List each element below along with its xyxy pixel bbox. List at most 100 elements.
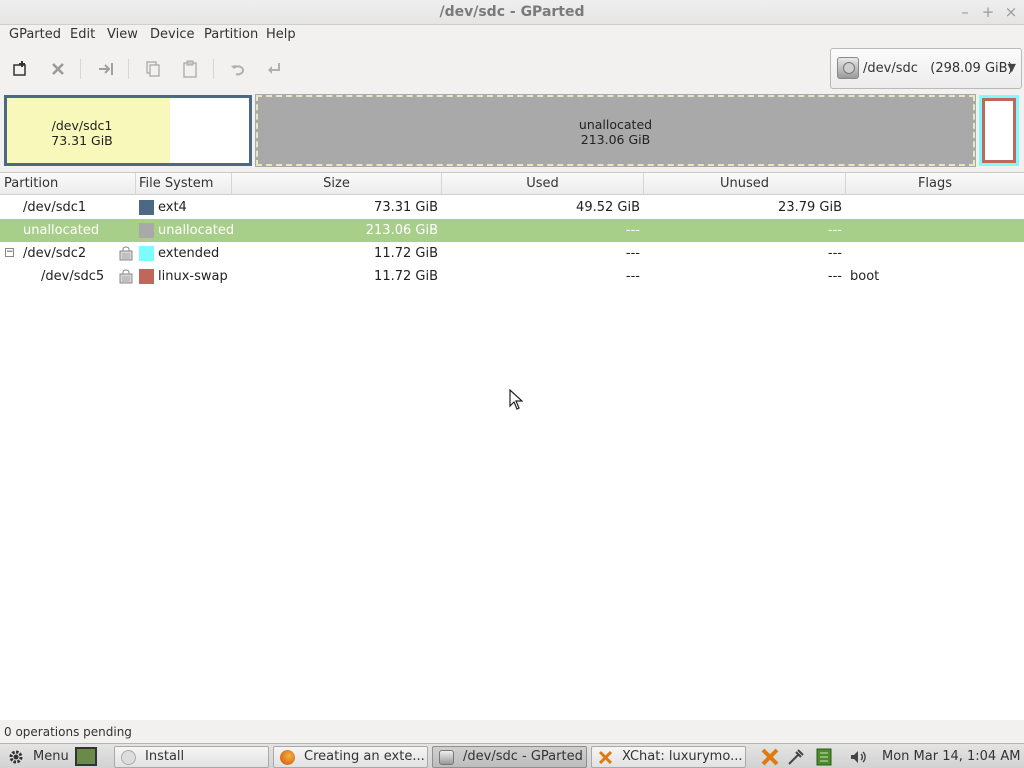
undo-icon	[231, 65, 245, 76]
busy-lock-icon	[119, 246, 133, 261]
partition-size: 213.06 GiB	[365, 223, 438, 238]
show-desktop-icon[interactable]	[75, 747, 97, 766]
filesystem-color-swatch	[139, 269, 154, 284]
operations-pending-status: 0 operations pending	[4, 725, 132, 739]
menu-device[interactable]: Device	[148, 27, 196, 42]
menu-bar: GParted Edit View Device Partition Help	[0, 25, 1024, 47]
filesystem-name: linux-swap	[158, 269, 228, 284]
column-header-unused[interactable]: Unused	[644, 173, 846, 195]
minimize-button[interactable]: –	[956, 3, 974, 21]
mouse-pointer-icon	[509, 389, 523, 410]
resize-move-button[interactable]	[94, 57, 118, 81]
partition-flags: boot	[850, 269, 880, 284]
maximize-button[interactable]: +	[979, 3, 997, 21]
partition-name: /dev/sdc2	[23, 246, 87, 261]
table-row-selected[interactable]: unallocated unallocated 213.06 GiB --- -…	[0, 219, 1024, 242]
table-row[interactable]: /dev/sdc1 ext4 73.31 GiB 49.52 GiB 23.79…	[0, 196, 1024, 219]
device-selector[interactable]: /dev/sdc (298.09 GiB) ▼	[830, 48, 1022, 89]
disk-map-sdc1[interactable]: /dev/sdc1 73.31 GiB	[4, 95, 252, 166]
taskbar: Menu Install Creating an exte... /dev/sd…	[0, 743, 1024, 768]
toolbar-separator	[80, 59, 81, 79]
copy-button[interactable]	[141, 57, 165, 81]
hard-disk-icon	[837, 57, 859, 79]
task-xchat[interactable]: XChat: luxurymo...	[591, 746, 746, 768]
dropdown-arrow-icon: ▼	[1007, 61, 1016, 74]
column-header-partition[interactable]: Partition	[0, 173, 136, 195]
status-bar: 0 operations pending	[0, 724, 1024, 742]
task-label: XChat: luxurymo...	[622, 749, 743, 764]
disk-map-unallocated-name: unallocated	[578, 117, 653, 132]
partition-unused: ---	[827, 269, 842, 284]
filesystem-color-swatch	[139, 246, 154, 261]
task-gparted[interactable]: /dev/sdc - GParted	[432, 746, 587, 768]
start-menu-button[interactable]: Menu	[6, 746, 69, 768]
filesystem-name: unallocated	[158, 223, 235, 238]
disk-map-sdc1-size: 73.31 GiB	[51, 133, 113, 148]
toolbar-separator	[213, 59, 214, 79]
filesystem-name: extended	[158, 246, 220, 261]
disk-map-unallocated-label: unallocated 213.06 GiB	[258, 117, 973, 147]
disk-map-swap[interactable]	[982, 98, 1016, 163]
menu-help[interactable]: Help	[264, 27, 298, 42]
network-icon[interactable]	[786, 747, 806, 767]
apply-button[interactable]	[262, 57, 286, 81]
gparted-icon	[439, 750, 454, 765]
partition-used: ---	[625, 246, 640, 261]
table-row[interactable]: /dev/sdc5 linux-swap 11.72 GiB --- --- b…	[0, 265, 1024, 288]
collapse-expander-icon[interactable]: −	[5, 248, 14, 257]
undo-button[interactable]	[226, 57, 250, 81]
column-header-used[interactable]: Used	[442, 173, 644, 195]
partition-table: Partition File System Size Used Unused F…	[0, 172, 1024, 720]
copy-icon	[146, 61, 160, 77]
partition-size: 11.72 GiB	[374, 246, 438, 261]
title-bar: /dev/sdc - GParted – + ×	[0, 0, 1024, 25]
partition-used: ---	[625, 223, 640, 238]
menu-gparted[interactable]: GParted	[7, 27, 63, 42]
menu-view[interactable]: View	[105, 27, 140, 42]
partition-used: ---	[625, 269, 640, 284]
table-header: Partition File System Size Used Unused F…	[0, 173, 1024, 195]
window-title: /dev/sdc - GParted	[439, 4, 585, 20]
task-label: Creating an exte...	[304, 749, 425, 764]
partition-unused: ---	[827, 246, 842, 261]
column-header-size[interactable]: Size	[232, 173, 442, 195]
filesystem-color-swatch	[139, 200, 154, 215]
task-install[interactable]: Install	[114, 746, 269, 768]
delete-icon	[52, 63, 64, 75]
new-partition-icon	[13, 61, 26, 76]
partition-name: unallocated	[23, 223, 100, 238]
column-header-flags[interactable]: Flags	[846, 173, 1024, 195]
column-header-filesystem[interactable]: File System	[136, 173, 232, 195]
filesystem-color-swatch	[139, 223, 154, 238]
disk-map-unallocated-size: 213.06 GiB	[580, 132, 651, 147]
resize-move-icon	[99, 63, 113, 75]
menu-partition[interactable]: Partition	[202, 27, 260, 42]
install-icon	[121, 750, 136, 765]
paste-icon	[183, 60, 197, 78]
gear-icon	[9, 750, 23, 764]
busy-lock-icon	[119, 269, 133, 284]
partition-name: /dev/sdc5	[41, 269, 105, 284]
delete-partition-button[interactable]	[46, 57, 70, 81]
xchat-tray-icon[interactable]	[760, 747, 780, 767]
volume-icon[interactable]	[848, 747, 868, 767]
system-monitor-icon[interactable]	[814, 747, 834, 767]
close-button[interactable]: ×	[1002, 3, 1020, 21]
partition-used: 49.52 GiB	[576, 200, 640, 215]
filesystem-name: ext4	[158, 200, 187, 215]
firefox-icon	[280, 750, 295, 765]
task-label: Install	[145, 749, 185, 764]
partition-unused: ---	[827, 223, 842, 238]
table-row[interactable]: − /dev/sdc2 extended 11.72 GiB --- ---	[0, 242, 1024, 265]
apply-icon	[268, 63, 280, 74]
menu-edit[interactable]: Edit	[68, 27, 97, 42]
partition-name: /dev/sdc1	[23, 200, 87, 215]
disk-map-unallocated[interactable]: unallocated 213.06 GiB	[255, 94, 976, 167]
new-partition-button[interactable]	[8, 57, 32, 81]
task-browser[interactable]: Creating an exte...	[273, 746, 428, 768]
disk-map-sdc1-name: /dev/sdc1	[51, 118, 113, 133]
toolbar-separator	[128, 59, 129, 79]
disk-map-extended[interactable]	[979, 95, 1019, 166]
paste-button[interactable]	[178, 57, 202, 81]
clock[interactable]: Mon Mar 14, 1:04 AM	[882, 746, 1020, 768]
